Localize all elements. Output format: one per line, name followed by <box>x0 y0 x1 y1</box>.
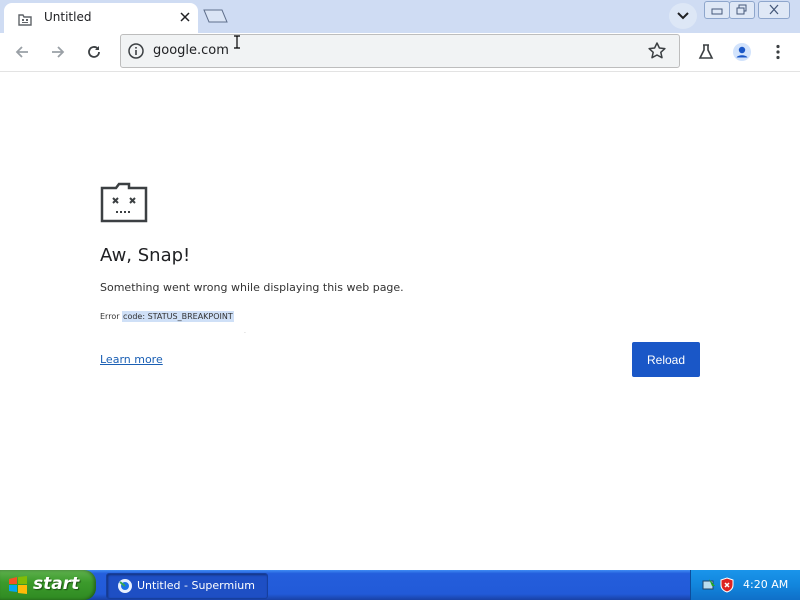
tab-title: Untitled <box>44 10 92 24</box>
back-icon[interactable] <box>9 39 35 65</box>
error-code-prefix: Error <box>100 312 123 321</box>
info-icon[interactable] <box>127 42 145 60</box>
sad-tab-icon <box>18 11 32 26</box>
taskbar: start Untitled - Supermium 4:20 AM <box>0 570 800 600</box>
menu-icon[interactable] <box>765 39 791 65</box>
close-window-icon[interactable] <box>758 1 790 19</box>
browser-toolbar: google.com <box>0 33 800 72</box>
page-title: Aw, Snap! <box>100 245 191 266</box>
sad-tab-icon <box>100 182 148 223</box>
new-tab-icon[interactable] <box>203 8 229 24</box>
profile-icon[interactable] <box>729 39 755 65</box>
star-icon[interactable] <box>647 41 667 61</box>
close-icon[interactable] <box>176 8 194 26</box>
start-label: start <box>33 574 80 594</box>
minimize-icon[interactable] <box>704 1 730 19</box>
forward-icon[interactable] <box>45 39 71 65</box>
address-bar[interactable]: google.com <box>120 34 680 68</box>
text-cursor-icon <box>233 34 241 49</box>
taskbar-item-label: Untitled - Supermium <box>137 579 255 592</box>
reload-button[interactable]: Reload <box>632 342 700 377</box>
tab-untitled[interactable]: Untitled <box>4 3 198 33</box>
browser-icon <box>117 578 133 594</box>
error-code-value: code: STATUS_BREAKPOINT <box>122 311 234 322</box>
clock: 4:20 AM <box>743 578 789 591</box>
tab-strip: Untitled <box>0 0 800 33</box>
start-button[interactable]: start <box>0 570 96 600</box>
learn-more-link[interactable]: Learn more <box>100 353 163 366</box>
labs-icon[interactable] <box>693 39 719 65</box>
network-icon[interactable] <box>701 577 717 593</box>
error-message: Something went wrong while displaying th… <box>100 281 404 294</box>
selection-handle: · <box>244 330 246 337</box>
shield-icon[interactable] <box>719 577 735 593</box>
url-text: google.com <box>153 43 229 58</box>
windows-flag-icon <box>8 576 28 594</box>
chevron-down-icon[interactable] <box>669 3 697 29</box>
taskbar-item[interactable]: Untitled - Supermium <box>106 573 268 599</box>
error-code: Error code: STATUS_BREAKPOINT <box>100 311 234 322</box>
system-tray: 4:20 AM <box>690 570 800 600</box>
reload-icon[interactable] <box>81 39 107 65</box>
restore-icon[interactable] <box>729 1 755 19</box>
